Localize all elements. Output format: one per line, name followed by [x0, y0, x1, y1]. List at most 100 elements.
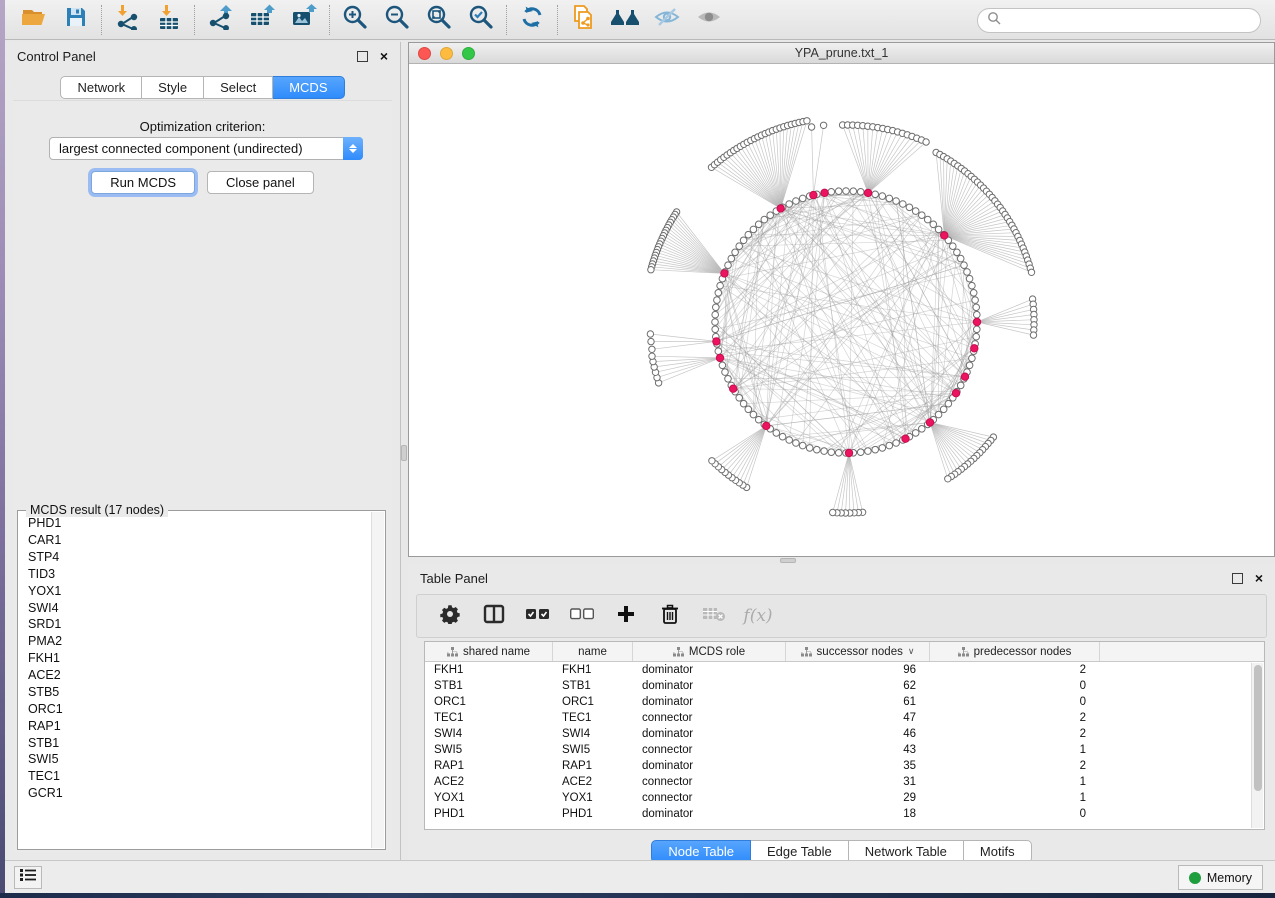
- close-panel-button[interactable]: Close panel: [207, 171, 314, 194]
- cell: dominator: [633, 662, 786, 678]
- column-header-shared-name[interactable]: shared name: [425, 642, 553, 661]
- mcds-result-item[interactable]: YOX1: [20, 583, 370, 600]
- criterion-dropdown[interactable]: largest connected component (undirected): [49, 137, 363, 160]
- column-header-MCDS-role[interactable]: MCDS role: [633, 642, 786, 661]
- show-all-button[interactable]: [688, 3, 730, 37]
- table-settings-button[interactable]: [435, 600, 465, 632]
- column-header-predecessor-nodes[interactable]: predecessor nodes: [930, 642, 1100, 661]
- table-row[interactable]: PHD1PHD1dominator180: [425, 806, 1264, 822]
- cell: dominator: [633, 678, 786, 694]
- mcds-result-item[interactable]: RAP1: [20, 718, 370, 735]
- horizontal-split-grip[interactable]: [780, 558, 796, 563]
- table-row[interactable]: ORC1ORC1dominator610: [425, 694, 1264, 710]
- cell: ACE2: [425, 774, 553, 790]
- table-scrollbar[interactable]: [1251, 663, 1263, 828]
- mcds-result-item[interactable]: ORC1: [20, 701, 370, 718]
- trash-icon: [661, 604, 679, 629]
- search-input[interactable]: [1002, 14, 1260, 28]
- cell: TEC1: [553, 710, 633, 726]
- plus-icon: [616, 604, 636, 629]
- task-history-button[interactable]: [14, 866, 42, 889]
- mcds-list-scrollbar[interactable]: [371, 512, 384, 848]
- search-icon: [987, 11, 1002, 31]
- memory-button[interactable]: Memory: [1178, 865, 1263, 890]
- delete-column-button[interactable]: [655, 600, 685, 632]
- deselect-all-rows-button[interactable]: [567, 600, 597, 632]
- close-panel-icon[interactable]: ×: [380, 51, 388, 62]
- hide-selected-icon: [653, 5, 681, 34]
- mcds-result-item[interactable]: SRD1: [20, 616, 370, 633]
- mcds-result-item[interactable]: STB1: [20, 734, 370, 751]
- function-builder-button-disabled: f(x): [743, 600, 773, 632]
- first-neighbors-button[interactable]: [604, 3, 646, 37]
- cell: connector: [633, 774, 786, 790]
- export-table-icon: [249, 4, 276, 35]
- memory-status-icon: [1189, 872, 1201, 884]
- table-row[interactable]: RAP1RAP1dominator352: [425, 758, 1264, 774]
- zoom-out-button[interactable]: [376, 3, 418, 37]
- table-scrollbar-thumb[interactable]: [1254, 665, 1262, 791]
- mcds-result-item[interactable]: TEC1: [20, 768, 370, 785]
- mcds-result-item[interactable]: ACE2: [20, 667, 370, 684]
- table-row[interactable]: YOX1YOX1connector291: [425, 790, 1264, 806]
- zoom-selected-button[interactable]: [460, 3, 502, 37]
- zoom-in-button[interactable]: [334, 3, 376, 37]
- mcds-result-list: PHD1CAR1STP4TID3YOX1SWI4SRD1PMA2FKH1ACE2…: [20, 515, 370, 847]
- column-header-name[interactable]: name: [553, 642, 633, 661]
- import-network-button[interactable]: [106, 3, 148, 37]
- float-panel-icon[interactable]: [357, 51, 368, 62]
- mcds-result-item[interactable]: CAR1: [20, 532, 370, 549]
- mcds-result-item[interactable]: SWI5: [20, 751, 370, 768]
- zoom-fit-button[interactable]: [418, 3, 460, 37]
- add-column-button[interactable]: [611, 600, 641, 632]
- first-neighbors-icon: [610, 5, 640, 34]
- float-table-panel-icon[interactable]: [1232, 573, 1243, 584]
- refresh-button[interactable]: [511, 3, 553, 37]
- cell: 1: [930, 742, 1100, 758]
- table-row[interactable]: FKH1FKH1dominator962: [425, 662, 1264, 678]
- column-header-successor-nodes[interactable]: successor nodes∨: [786, 642, 930, 661]
- mcds-result-item[interactable]: TID3: [20, 566, 370, 583]
- mcds-result-item[interactable]: STP4: [20, 549, 370, 566]
- table-row[interactable]: STB1STB1dominator620: [425, 678, 1264, 694]
- run-mcds-button[interactable]: Run MCDS: [91, 171, 195, 194]
- close-window-icon[interactable]: [418, 47, 431, 60]
- minimize-window-icon[interactable]: [440, 47, 453, 60]
- close-table-panel-icon[interactable]: ×: [1255, 573, 1263, 584]
- mcds-result-item[interactable]: PHD1: [20, 515, 370, 532]
- export-network-button[interactable]: [199, 3, 241, 37]
- network-window-titlebar[interactable]: YPA_prune.txt_1: [409, 43, 1274, 64]
- network-graph[interactable]: [409, 64, 1274, 556]
- maximize-window-icon[interactable]: [462, 47, 475, 60]
- toolbar-separator: [194, 5, 195, 35]
- mcds-result-item[interactable]: SWI4: [20, 599, 370, 616]
- open-file-button[interactable]: [13, 3, 55, 37]
- mcds-result-item[interactable]: STB5: [20, 684, 370, 701]
- mcds-result-item[interactable]: FKH1: [20, 650, 370, 667]
- table-row[interactable]: SWI5SWI5connector431: [425, 742, 1264, 758]
- save-session-button[interactable]: [55, 3, 97, 37]
- mcds-result-item[interactable]: GCR1: [20, 785, 370, 802]
- tab-style[interactable]: Style: [142, 76, 204, 99]
- zoom-out-icon: [384, 4, 410, 35]
- tab-select[interactable]: Select: [204, 76, 273, 99]
- cell: 0: [930, 806, 1100, 822]
- cell: TEC1: [425, 710, 553, 726]
- fx-icon: f(x): [743, 606, 772, 626]
- vertical-split-grip[interactable]: [401, 445, 407, 461]
- table-row[interactable]: SWI4SWI4dominator462: [425, 726, 1264, 742]
- export-table-button[interactable]: [241, 3, 283, 37]
- export-image-button[interactable]: [283, 3, 325, 37]
- search-box[interactable]: [977, 8, 1261, 33]
- tab-network[interactable]: Network: [60, 76, 142, 99]
- tab-mcds[interactable]: MCDS: [273, 76, 344, 99]
- clone-network-button[interactable]: [562, 3, 604, 37]
- select-all-rows-button[interactable]: [523, 600, 553, 632]
- table-row[interactable]: TEC1TEC1connector472: [425, 710, 1264, 726]
- show-columns-button[interactable]: [479, 600, 509, 632]
- hide-selected-button[interactable]: [646, 3, 688, 37]
- table-row[interactable]: ACE2ACE2connector311: [425, 774, 1264, 790]
- import-table-button[interactable]: [148, 3, 190, 37]
- mcds-result-item[interactable]: PMA2: [20, 633, 370, 650]
- cell: 96: [786, 662, 930, 678]
